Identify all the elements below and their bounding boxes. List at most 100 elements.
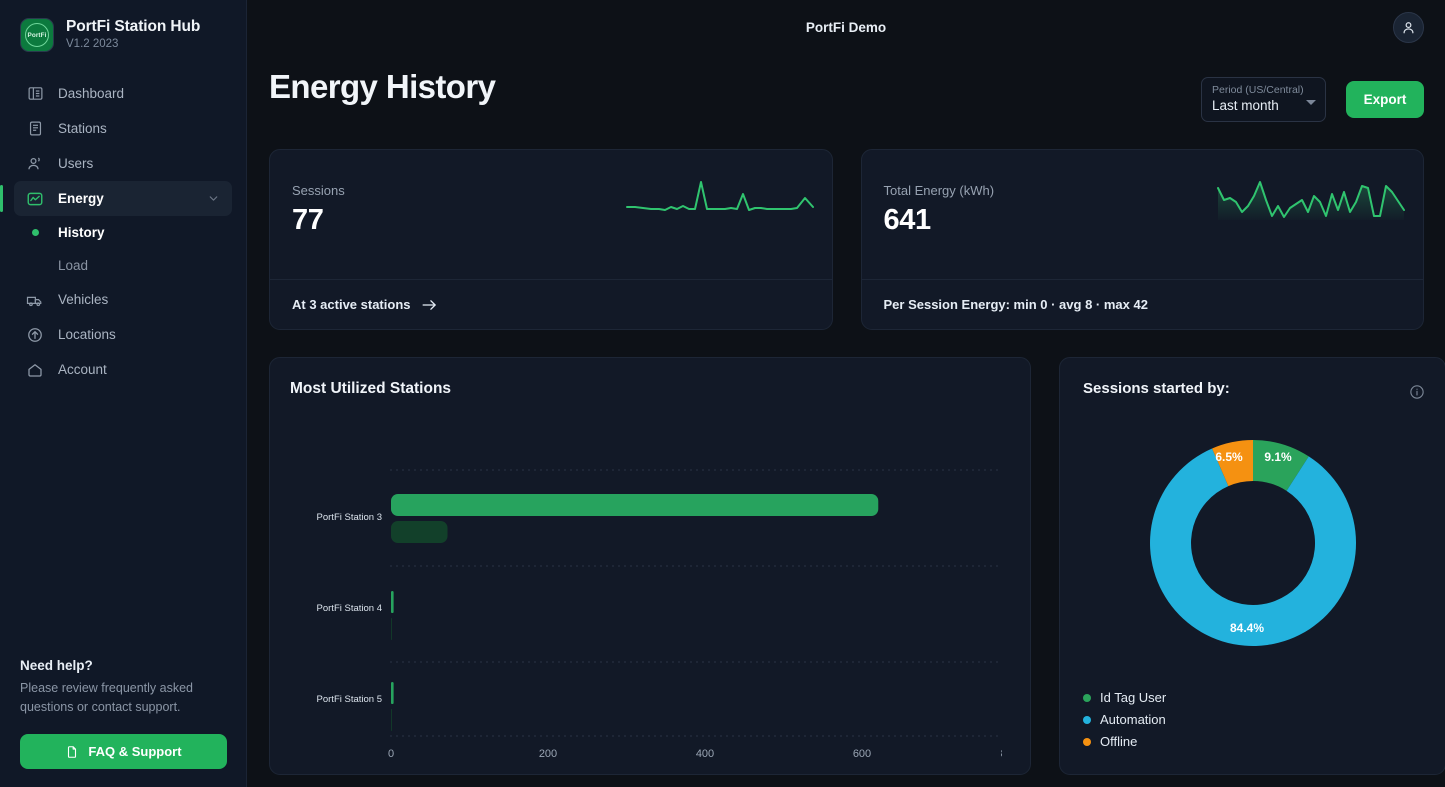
account-icon <box>26 361 44 379</box>
avatar[interactable] <box>1393 12 1424 43</box>
kpi-label: Sessions <box>292 183 345 198</box>
topbar-title: PortFi Demo <box>806 20 886 35</box>
x-axis-tick: 800 <box>1001 748 1002 760</box>
legend-item[interactable]: Id Tag User <box>1083 690 1166 705</box>
most-utilized-stations-panel: Most Utilized Stations PortFi Station 3 <box>269 357 1031 775</box>
sessions-started-by-panel: Sessions started by: <box>1059 357 1445 775</box>
bar-category-label: PortFi Station 3 <box>317 512 382 523</box>
main-area: PortFi Demo Energy History Period (US/Ce… <box>247 0 1445 787</box>
topbar: PortFi Demo <box>247 0 1445 55</box>
bar-category-label: PortFi Station 4 <box>317 603 382 614</box>
bar-segment <box>391 521 448 543</box>
kpi-value: 77 <box>292 204 345 237</box>
export-button[interactable]: Export <box>1346 81 1424 118</box>
locations-icon <box>26 326 44 344</box>
sidebar-nav: Dashboard Stations Use <box>0 76 246 387</box>
kpi-card-total-energy: Total Energy (kWh) 641 <box>861 149 1425 330</box>
page-content: Energy History Period (US/Central) Last … <box>247 55 1445 787</box>
user-avatar-icon <box>1400 19 1417 36</box>
period-select[interactable]: Period (US/Central) Last month <box>1201 77 1326 122</box>
x-axis-tick: 200 <box>539 748 557 760</box>
sidebar-item-dashboard[interactable]: Dashboard <box>14 76 232 111</box>
brand-title: PortFi Station Hub <box>66 18 200 36</box>
vehicles-icon <box>26 291 44 309</box>
total-energy-sparkline <box>1216 174 1406 222</box>
lower-row: Most Utilized Stations PortFi Station 3 <box>269 357 1424 775</box>
sidebar-item-users[interactable]: Users <box>14 146 232 181</box>
help-section: Need help? Please review frequently aske… <box>0 658 246 770</box>
panel-title-bar: Most Utilized Stations <box>290 380 1002 398</box>
panel-title-donut: Sessions started by: <box>1083 380 1423 397</box>
app-root: PortFi PortFi Station Hub V1.2 2023 Dash… <box>0 0 1445 787</box>
bar-segment <box>391 618 392 640</box>
logo-text: PortFi <box>25 23 49 47</box>
legend-dot-icon <box>1083 716 1091 724</box>
kpi-card-sessions: Sessions 77 At 3 active stations <box>269 149 833 330</box>
stations-icon <box>26 120 44 138</box>
legend-item[interactable]: Offline <box>1083 734 1166 749</box>
sidebar-item-energy[interactable]: Energy <box>14 181 232 216</box>
sidebar-subitem-load[interactable]: Load <box>14 249 232 282</box>
bar-category-label: PortFi Station 5 <box>317 694 382 705</box>
bar-segment <box>391 494 878 516</box>
bar-segment <box>391 591 394 613</box>
legend-item[interactable]: Automation <box>1083 712 1166 727</box>
legend-label: Automation <box>1100 712 1166 727</box>
x-axis-tick: 400 <box>696 748 714 760</box>
sidebar-item-account[interactable]: Account <box>14 352 232 387</box>
donut-label: 9.1% <box>1264 450 1292 464</box>
sidebar-subitem-history[interactable]: History <box>14 216 232 249</box>
sidebar-item-locations[interactable]: Locations <box>14 317 232 352</box>
x-axis-tick: 600 <box>853 748 871 760</box>
donut-chart[interactable]: 9.1% 6.5% 84.4% <box>1083 425 1423 650</box>
sidebar-item-label: Vehicles <box>58 292 108 307</box>
legend-dot-icon <box>1083 738 1091 746</box>
kpi-row: Sessions 77 At 3 active stations <box>269 149 1424 330</box>
sidebar-item-stations[interactable]: Stations <box>14 111 232 146</box>
chevron-down-icon[interactable] <box>207 192 220 205</box>
sidebar: PortFi PortFi Station Hub V1.2 2023 Dash… <box>0 0 247 787</box>
sidebar-item-label: Account <box>58 362 107 377</box>
kpi-footer-text: Per Session Energy: min 0 · avg 8 · max … <box>884 297 1148 312</box>
energy-icon <box>26 190 44 208</box>
sidebar-item-label: Energy <box>58 191 104 206</box>
donut-legend: Id Tag User Automation Offline <box>1083 690 1166 749</box>
dashboard-icon <box>26 85 44 103</box>
kpi-footer-link[interactable]: At 3 active stations <box>270 279 832 329</box>
arrow-right-icon <box>421 298 438 312</box>
sidebar-item-label: Dashboard <box>58 86 124 101</box>
page-title: Energy History <box>269 68 495 106</box>
legend-label: Id Tag User <box>1100 690 1166 705</box>
bar-segment <box>391 709 392 731</box>
users-icon <box>26 155 44 173</box>
active-dot-icon <box>26 229 44 236</box>
sidebar-subitem-label: History <box>58 225 105 240</box>
legend-dot-icon <box>1083 694 1091 702</box>
document-icon <box>65 745 79 759</box>
sessions-sparkline <box>625 174 815 222</box>
donut-label: 84.4% <box>1230 621 1264 635</box>
sidebar-item-label: Locations <box>58 327 116 342</box>
kpi-footer-text: At 3 active stations <box>292 297 411 312</box>
sidebar-item-label: Stations <box>58 121 107 136</box>
period-value: Last month <box>1212 98 1315 113</box>
faq-support-button[interactable]: FAQ & Support <box>20 734 227 769</box>
info-icon[interactable] <box>1409 384 1425 400</box>
period-label: Period (US/Central) <box>1212 84 1315 96</box>
kpi-footer-text-row: Per Session Energy: min 0 · avg 8 · max … <box>862 279 1424 329</box>
bar-segment <box>391 682 394 704</box>
help-text: Please review frequently asked questions… <box>20 679 226 719</box>
brand-version: V1.2 2023 <box>66 38 200 51</box>
donut-label: 6.5% <box>1215 450 1243 464</box>
kpi-label: Total Energy (kWh) <box>884 183 995 198</box>
x-axis-tick: 0 <box>388 748 394 760</box>
sidebar-item-vehicles[interactable]: Vehicles <box>14 282 232 317</box>
help-title: Need help? <box>20 658 226 673</box>
sidebar-subitem-label: Load <box>58 258 88 273</box>
sidebar-item-label: Users <box>58 156 93 171</box>
page-header: Energy History Period (US/Central) Last … <box>269 55 1424 122</box>
bar-chart[interactable]: PortFi Station 3 PortFi Station 4 PortFi… <box>290 416 1002 761</box>
chevron-down-icon <box>1306 100 1316 105</box>
brand[interactable]: PortFi PortFi Station Hub V1.2 2023 <box>0 0 246 52</box>
legend-label: Offline <box>1100 734 1137 749</box>
